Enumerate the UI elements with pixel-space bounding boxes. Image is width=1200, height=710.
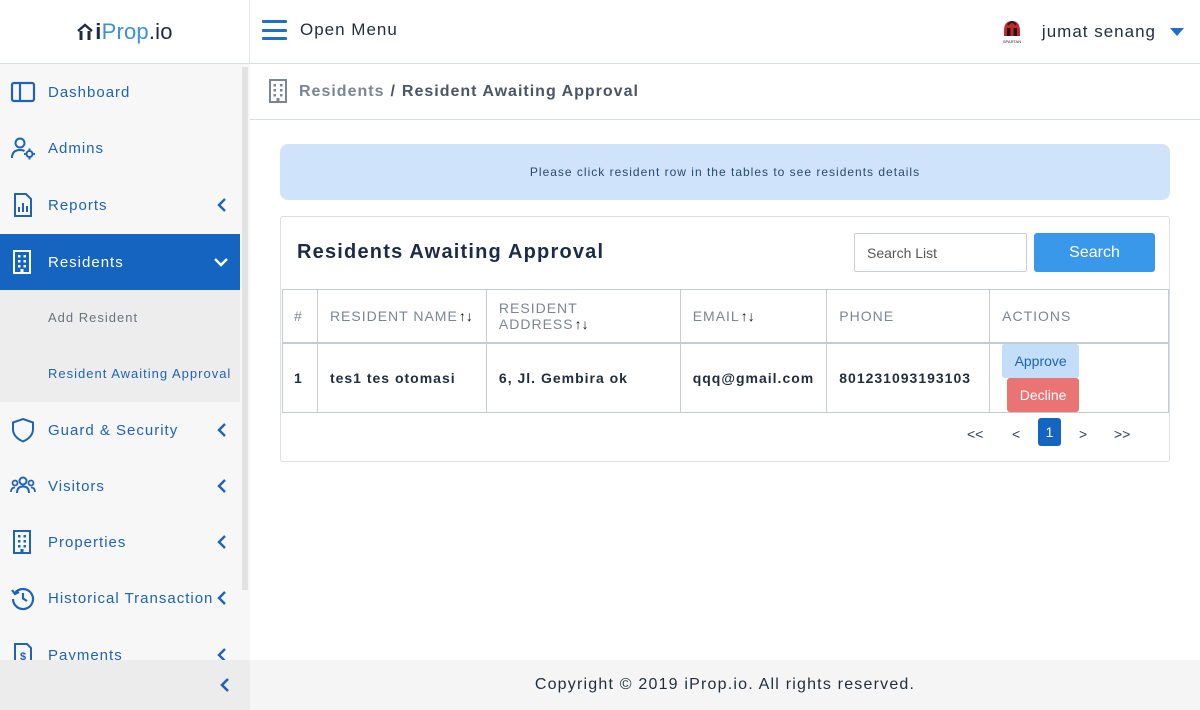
column-header-resident-name[interactable]: RESIDENT NAME↑↓: [316, 289, 487, 344]
search-input[interactable]: [854, 233, 1027, 272]
report-icon: [14, 193, 32, 217]
breadcrumb-separator: /: [390, 83, 396, 100]
column-header-label: RESIDENT NAME: [329, 307, 458, 324]
cell-number: 1: [282, 342, 318, 413]
logo-text-io: .io: [148, 19, 173, 44]
users-icon: [10, 476, 36, 494]
column-header-email[interactable]: EMAIL↑↓: [679, 289, 828, 344]
search-button[interactable]: Search: [1034, 233, 1155, 272]
building-icon: [13, 250, 31, 274]
logo-area[interactable]: i Prop .io: [0, 0, 250, 64]
cell-email: qqq@gmail.com: [679, 342, 828, 413]
sidebar-item-historical-transaction[interactable]: Historical Transaction: [0, 570, 240, 626]
sidebar-item-label: Guard & Security: [48, 421, 179, 439]
sidebar-item-label: Visitors: [48, 477, 105, 495]
table-row[interactable]: 1 tes1 tes otomasi 6, Jl. Gembira ok qqq…: [282, 342, 1169, 413]
sidebar-item-label: Reports: [48, 196, 108, 214]
info-banner: Please click resident row in the tables …: [280, 144, 1170, 200]
house-logo-icon: [77, 23, 94, 40]
cell-actions: ApproveDecline: [989, 342, 1169, 413]
history-icon: [11, 587, 35, 611]
cell-resident-address: 6, Jl. Gembira ok: [485, 342, 681, 413]
table-header-row: # RESIDENT NAME↑↓ RESIDENT ADDRESS↑↓ EMA…: [282, 289, 1169, 344]
decline-button[interactable]: Decline: [1007, 377, 1080, 412]
sidebar-item-visitors[interactable]: Visitors: [0, 458, 240, 514]
sidebar-item-residents[interactable]: Residents: [0, 234, 240, 290]
sidebar-item-properties[interactable]: Properties: [0, 514, 240, 570]
user-menu[interactable]: SPARTAN jumat senang: [998, 17, 1184, 47]
residents-card: Residents Awaiting Approval Search # RES…: [280, 216, 1170, 462]
svg-text:$: $: [20, 651, 26, 660]
sort-icon[interactable]: ↑↓: [575, 316, 589, 332]
column-header-actions: ACTIONS: [989, 289, 1169, 344]
invoice-icon: $: [14, 643, 32, 660]
logo[interactable]: i Prop .io: [76, 19, 173, 45]
sidebar-item-label: Residents: [48, 253, 124, 271]
shield-icon: [12, 417, 34, 443]
top-bar: i Prop .io Open Menu SPARTAN jumat senang: [0, 0, 1200, 64]
sidebar: Dashboard Admins Reports Residents Add R…: [0, 64, 250, 660]
layout-icon: [10, 81, 36, 103]
breadcrumb-current: Resident Awaiting Approval: [401, 83, 639, 100]
pagination-first[interactable]: <<: [967, 426, 983, 442]
collapse-sidebar-icon[interactable]: [218, 677, 232, 693]
column-header-phone: PHONE: [826, 289, 991, 344]
breadcrumb-path: Residents / Resident Awaiting Approval: [299, 83, 639, 101]
chevron-left-icon: [217, 535, 226, 549]
card-title: Residents Awaiting Approval: [297, 241, 605, 263]
breadcrumb-residents-link[interactable]: Residents: [299, 83, 384, 100]
breadcrumb: Residents / Resident Awaiting Approval: [250, 64, 1200, 120]
chevron-down-icon: [214, 258, 228, 267]
sidebar-item-guard-security[interactable]: Guard & Security: [0, 402, 240, 458]
avatar-caption: SPARTAN: [1003, 39, 1021, 44]
sidebar-item-label: Admins: [48, 139, 105, 157]
submenu-add-resident[interactable]: Add Resident: [48, 310, 138, 325]
sidebar-item-payments[interactable]: $ Payments: [0, 627, 240, 660]
chevron-left-icon: [217, 479, 226, 493]
cell-resident-name: tes1 tes otomasi: [316, 342, 487, 413]
sidebar-item-dashboard[interactable]: Dashboard: [0, 64, 240, 120]
column-header-label: RESIDENT ADDRESS: [498, 299, 578, 332]
chevron-left-icon: [217, 198, 226, 212]
cell-phone: 801231093193103: [826, 342, 991, 413]
approve-button[interactable]: Approve: [1002, 343, 1080, 378]
user-name: jumat senang: [1041, 22, 1156, 41]
sidebar-item-label: Dashboard: [48, 83, 131, 101]
pagination-last[interactable]: >>: [1114, 426, 1130, 442]
open-menu-label: Open Menu: [300, 20, 398, 39]
logo-text-prop: Prop: [101, 19, 149, 44]
column-header-label: ACTIONS: [1002, 307, 1072, 324]
submenu-resident-awaiting-approval[interactable]: Resident Awaiting Approval: [48, 366, 231, 381]
chevron-down-icon: [1170, 28, 1184, 36]
sidebar-item-admins[interactable]: Admins: [0, 120, 240, 176]
page-footer: Copyright © 2019 iProp.io. All rights re…: [250, 660, 1200, 710]
column-header-label: PHONE: [839, 307, 895, 324]
user-gear-icon: [11, 137, 35, 160]
sort-icon[interactable]: ↑↓: [459, 308, 473, 324]
pagination-next[interactable]: >: [1079, 426, 1087, 442]
hamburger-icon: [262, 20, 287, 40]
column-header-label: #: [294, 307, 303, 324]
column-header-label: EMAIL: [692, 307, 740, 324]
open-menu-button[interactable]: Open Menu: [262, 20, 398, 40]
column-header-resident-address[interactable]: RESIDENT ADDRESS↑↓: [485, 289, 681, 344]
pagination-page-current[interactable]: 1: [1038, 418, 1061, 446]
sidebar-item-label: Properties: [48, 533, 127, 551]
pagination-prev[interactable]: <: [1012, 426, 1020, 442]
avatar: SPARTAN: [1003, 21, 1021, 44]
sidebar-item-label: Historical Transaction: [48, 589, 214, 607]
column-header-number: #: [282, 289, 318, 344]
sidebar-item-label: Payments: [48, 646, 123, 661]
building-icon: [269, 79, 287, 103]
chevron-left-icon: [217, 423, 226, 437]
residents-submenu: Add Resident Resident Awaiting Approval: [0, 290, 240, 402]
sidebar-scrollbar[interactable]: [242, 67, 248, 590]
sidebar-item-reports[interactable]: Reports: [0, 177, 240, 233]
sidebar-footer: [0, 660, 250, 710]
residents-table: # RESIDENT NAME↑↓ RESIDENT ADDRESS↑↓ EMA…: [282, 289, 1169, 413]
building-icon: [13, 530, 31, 554]
sort-icon[interactable]: ↑↓: [741, 308, 755, 324]
chevron-left-icon: [217, 648, 226, 660]
chevron-left-icon: [217, 591, 226, 605]
